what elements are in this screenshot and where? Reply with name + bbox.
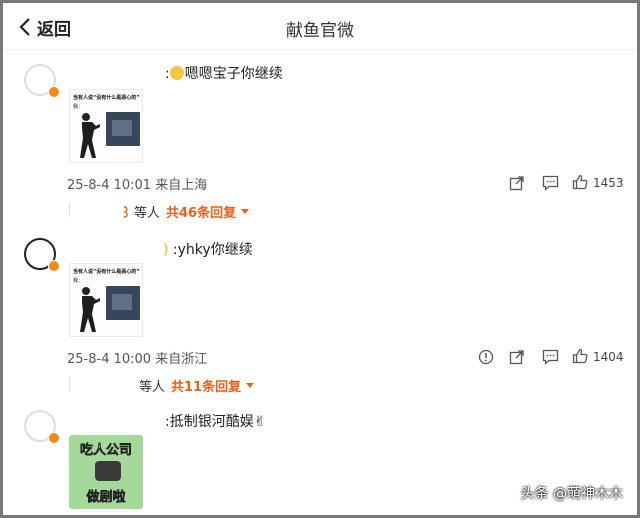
comment-text: :抵制银河酷娱✌ xyxy=(165,414,266,430)
share-icon xyxy=(509,350,524,365)
meme-caption: 当有人说“没有什么是恶心的” xyxy=(73,269,140,275)
caret-down-icon xyxy=(246,383,255,388)
replies-prefix: 等人 xyxy=(139,380,166,395)
replies-row[interactable]: 等人 共11条回复 xyxy=(139,376,255,395)
comment-text: : 嗯嗯宝子你继续 xyxy=(165,66,283,82)
smiley-emoji-icon xyxy=(169,66,184,80)
reply-button[interactable] xyxy=(541,174,559,192)
replies-row[interactable]: 等人 共46条回复 xyxy=(121,202,250,221)
link-icon xyxy=(123,205,128,218)
report-button[interactable] xyxy=(477,348,495,366)
like-button[interactable] xyxy=(571,173,589,191)
thumbs-up-icon xyxy=(572,174,588,190)
thumbs-up-icon xyxy=(572,348,588,364)
caret-down-icon xyxy=(241,209,250,214)
share-icon xyxy=(509,176,524,191)
thread-line xyxy=(69,203,70,217)
comment-text: ) :yhky你继续 xyxy=(163,242,253,258)
verified-badge-icon xyxy=(48,432,60,444)
reply-button[interactable] xyxy=(541,348,559,366)
meme-image[interactable]: 吃人公司 做剧啦 xyxy=(69,435,143,509)
comment-meta: 25-8-4 10:01 来自上海 xyxy=(67,178,208,193)
view-replies-link[interactable]: 共46条回复 xyxy=(166,202,236,221)
like-count: 1404 xyxy=(593,350,624,364)
comment-icon xyxy=(542,349,558,365)
app-frame: 返回 献鱼官微 : 嗯嗯宝子你继续 当有人说“没有什么是恶心的” 我： 25-8-… xyxy=(3,3,637,515)
thread-line xyxy=(69,377,70,391)
like-button[interactable] xyxy=(571,347,589,365)
like-count: 1453 xyxy=(593,176,624,190)
page-title: 献鱼官微 xyxy=(286,21,354,41)
moon-emoji-icon: ) xyxy=(163,242,169,258)
meme-bottom-text: 做剧啦 xyxy=(86,490,126,506)
share-button[interactable] xyxy=(508,174,526,192)
watermark: 头条 @萌神木木 xyxy=(520,486,623,502)
meme-screen xyxy=(106,112,140,146)
report-icon xyxy=(478,349,494,365)
man-figure-icon xyxy=(80,113,100,158)
meme-caption-2: 我： xyxy=(73,104,84,110)
replies-prefix: 等人 xyxy=(134,206,161,221)
man-figure-icon xyxy=(80,287,100,332)
meme-caption-2: 我： xyxy=(73,278,84,284)
meme-image[interactable]: 当有人说“没有什么是恶心的” 我： xyxy=(69,263,143,337)
meme-image[interactable]: 当有人说“没有什么是恶心的” 我： xyxy=(69,89,143,163)
comment-meta: 25-8-4 10:00 来自浙江 xyxy=(67,352,208,367)
share-button[interactable] xyxy=(508,348,526,366)
verified-badge-icon xyxy=(48,260,60,272)
verified-badge-icon xyxy=(48,86,60,98)
view-replies-link[interactable]: 共11条回复 xyxy=(171,376,241,395)
top-bar: 返回 献鱼官微 xyxy=(3,3,637,50)
comment-icon xyxy=(542,175,558,191)
meme-caption: 当有人说“没有什么是恶心的” xyxy=(73,95,140,101)
meme-screen xyxy=(106,286,140,320)
meme-top-text: 吃人公司 xyxy=(79,443,133,459)
gun-icon xyxy=(95,461,121,481)
